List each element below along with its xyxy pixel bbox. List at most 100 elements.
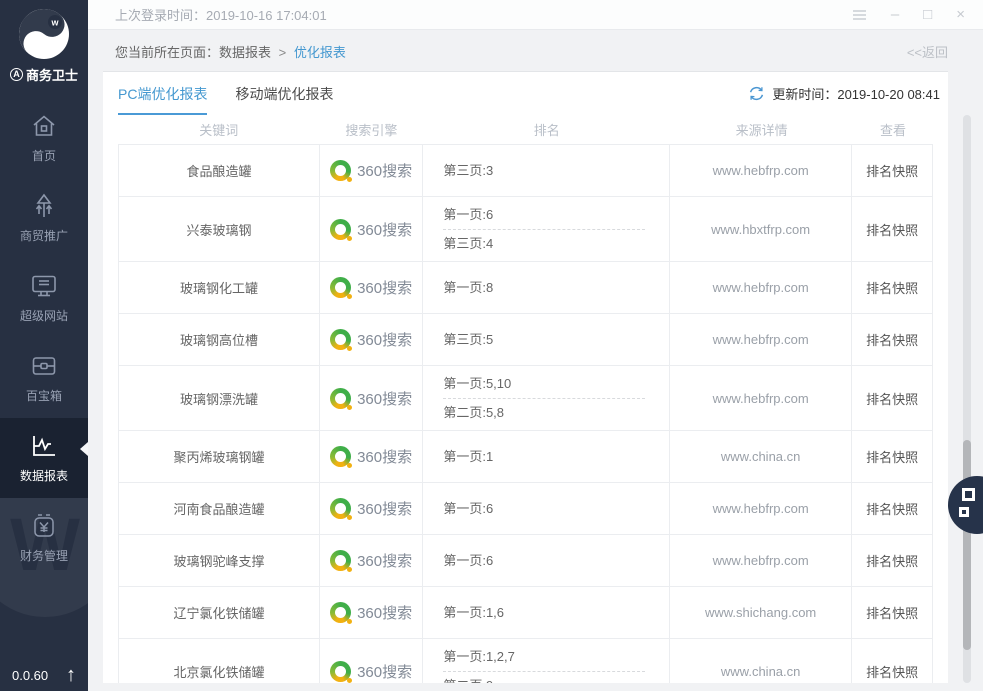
table-row: 北京氯化铁储罐 360搜索 第一页:1,2,7第二页:9 www.china.c… bbox=[119, 639, 932, 683]
rank-cell: 第一页:5,10第二页:5,8 bbox=[423, 366, 670, 430]
minimize-button[interactable]: – bbox=[891, 7, 899, 22]
engine-cell: 360搜索 bbox=[320, 587, 423, 638]
maximize-button[interactable]: □ bbox=[923, 7, 932, 22]
source-cell: www.hebfrp.com bbox=[670, 314, 852, 365]
360-search-icon bbox=[330, 602, 351, 623]
360-search-icon bbox=[330, 661, 351, 682]
rank-divider bbox=[443, 229, 645, 230]
engine-label: 360搜索 bbox=[357, 602, 412, 623]
sidebar-item-finance[interactable]: 财务管理 bbox=[0, 498, 88, 578]
breadcrumb-section: 数据报表 bbox=[219, 45, 271, 60]
sidebar-item-promotion[interactable]: 商贸推广 bbox=[0, 178, 88, 258]
360-search-icon bbox=[330, 498, 351, 519]
rank-cell: 第一页:1,2,7第二页:9 bbox=[423, 639, 670, 683]
brand-badge-icon: A bbox=[10, 68, 23, 81]
rank-snapshot-link[interactable]: 排名快照 bbox=[866, 330, 918, 349]
keyword-cell: 玻璃钢驼峰支撑 bbox=[119, 535, 320, 586]
sidebar-item-reports[interactable]: 数据报表 bbox=[0, 418, 88, 498]
source-cell: www.hbxtfrp.com bbox=[670, 197, 852, 261]
tab-mobile-report[interactable]: 移动端优化报表 bbox=[235, 84, 333, 115]
engine-cell: 360搜索 bbox=[320, 431, 423, 482]
rank-cell: 第一页:6 bbox=[423, 535, 670, 586]
qr-squares-icon bbox=[959, 507, 969, 517]
rank-snapshot-link[interactable]: 排名快照 bbox=[866, 551, 918, 570]
view-cell: 排名快照 bbox=[852, 587, 932, 638]
rank-snapshot-link[interactable]: 排名快照 bbox=[866, 220, 918, 239]
table-row: 河南食品酿造罐 360搜索 第一页:6 www.hebfrp.com 排名快照 bbox=[119, 483, 932, 535]
sidebar: w A 商务卫士 首页 商贸推广 超级网站 百宝箱 数据报表 财务管理 W 0.… bbox=[0, 0, 88, 691]
rank-cell: 第一页:1 bbox=[423, 431, 670, 482]
rank-snapshot-link[interactable]: 排名快照 bbox=[866, 278, 918, 297]
title-bar: 上次登录时间：2019-10-16 17:04:01 – □ × bbox=[88, 0, 983, 30]
header-view: 查看 bbox=[853, 120, 933, 139]
table-row: 玻璃钢化工罐 360搜索 第一页:8 www.hebfrp.com 排名快照 bbox=[119, 262, 932, 314]
rank-snapshot-link[interactable]: 排名快照 bbox=[866, 662, 918, 681]
source-cell: www.hebfrp.com bbox=[670, 145, 852, 196]
engine-cell: 360搜索 bbox=[320, 262, 423, 313]
view-cell: 排名快照 bbox=[852, 535, 932, 586]
app-logo-icon: w bbox=[18, 8, 70, 60]
source-cell: www.china.cn bbox=[670, 639, 852, 683]
sidebar-footer: 0.0.60 ↑ bbox=[0, 665, 88, 685]
rank-snapshot-link[interactable]: 排名快照 bbox=[866, 389, 918, 408]
upgrade-arrow-icon[interactable]: ↑ bbox=[66, 665, 76, 685]
table-row: 玻璃钢驼峰支撑 360搜索 第一页:6 www.hebfrp.com 排名快照 bbox=[119, 535, 932, 587]
brand: w A 商务卫士 bbox=[0, 0, 88, 84]
table-row: 聚丙烯玻璃钢罐 360搜索 第一页:1 www.china.cn 排名快照 bbox=[119, 431, 932, 483]
view-cell: 排名快照 bbox=[852, 366, 932, 430]
update-time-label: 更新时间：2019-10-20 08:41 bbox=[772, 84, 940, 103]
view-cell: 排名快照 bbox=[852, 639, 932, 683]
rank-snapshot-link[interactable]: 排名快照 bbox=[866, 603, 918, 622]
close-button[interactable]: × bbox=[956, 7, 965, 22]
tab-pc-report[interactable]: PC端优化报表 bbox=[118, 84, 207, 115]
rank-value: 第三页:5 bbox=[443, 329, 657, 351]
360-search-icon bbox=[330, 219, 351, 240]
engine-cell: 360搜索 bbox=[320, 145, 423, 196]
toolbox-icon bbox=[30, 352, 58, 380]
keyword-cell: 辽宁氯化铁储罐 bbox=[119, 587, 320, 638]
breadcrumb-separator: > bbox=[279, 45, 287, 60]
rank-value: 第二页:9 bbox=[443, 675, 657, 684]
promotion-icon bbox=[30, 192, 58, 220]
source-cell: www.hebfrp.com bbox=[670, 262, 852, 313]
header-rank: 排名 bbox=[423, 120, 670, 139]
table-body: 食品酿造罐 360搜索 第三页:3 www.hebfrp.com 排名快照 兴泰… bbox=[118, 144, 933, 683]
view-cell: 排名快照 bbox=[852, 145, 932, 196]
table-row: 玻璃钢漂洗罐 360搜索 第一页:5,10第二页:5,8 www.hebfrp.… bbox=[119, 366, 932, 431]
rank-snapshot-link[interactable]: 排名快照 bbox=[866, 499, 918, 518]
rank-value: 第一页:6 bbox=[443, 550, 657, 572]
svg-text:w: w bbox=[50, 18, 59, 28]
refresh-icon bbox=[748, 85, 765, 102]
floating-widget-button[interactable] bbox=[948, 476, 983, 534]
rank-value: 第二页:5,8 bbox=[443, 402, 657, 424]
sidebar-item-home[interactable]: 首页 bbox=[0, 98, 88, 178]
breadcrumb-prefix: 您当前所在页面： bbox=[115, 45, 219, 60]
header-source: 来源详情 bbox=[670, 120, 853, 139]
engine-label: 360搜索 bbox=[357, 661, 412, 682]
sidebar-item-toolbox[interactable]: 百宝箱 bbox=[0, 338, 88, 418]
keyword-cell: 北京氯化铁储罐 bbox=[119, 639, 320, 683]
breadcrumb-current[interactable]: 优化报表 bbox=[294, 45, 346, 60]
view-cell: 排名快照 bbox=[852, 483, 932, 534]
rank-cell: 第一页:1,6 bbox=[423, 587, 670, 638]
360-search-icon bbox=[330, 550, 351, 571]
keyword-cell: 玻璃钢漂洗罐 bbox=[119, 366, 320, 430]
refresh-control[interactable]: 更新时间：2019-10-20 08:41 bbox=[748, 84, 940, 103]
breadcrumb: 您当前所在页面：数据报表 > 优化报表 bbox=[115, 42, 907, 61]
sidebar-menu: 首页 商贸推广 超级网站 百宝箱 数据报表 财务管理 bbox=[0, 98, 88, 578]
brand-name: 商务卫士 bbox=[26, 65, 78, 84]
rank-snapshot-link[interactable]: 排名快照 bbox=[866, 447, 918, 466]
keyword-cell: 玻璃钢化工罐 bbox=[119, 262, 320, 313]
back-link[interactable]: <<返回 bbox=[907, 42, 948, 61]
sidebar-item-website[interactable]: 超级网站 bbox=[0, 258, 88, 338]
rank-snapshot-link[interactable]: 排名快照 bbox=[866, 161, 918, 180]
table-header: 关键词 搜索引擎 排名 来源详情 查看 bbox=[118, 114, 933, 144]
rank-divider bbox=[443, 671, 645, 672]
menu-icon[interactable] bbox=[852, 9, 867, 21]
version-label: 0.0.60 bbox=[12, 668, 48, 683]
360-search-icon bbox=[330, 160, 351, 181]
rank-cell: 第一页:8 bbox=[423, 262, 670, 313]
scrollbar-thumb[interactable] bbox=[963, 440, 971, 650]
360-search-icon bbox=[330, 388, 351, 409]
rank-value: 第三页:3 bbox=[443, 160, 657, 182]
